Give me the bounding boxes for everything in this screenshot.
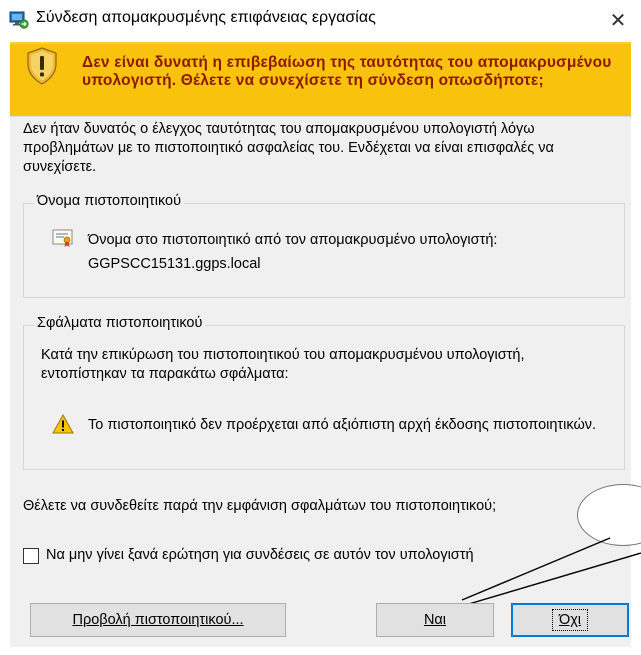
title-bar: Σύνδεση απομακρυσμένης επιφάνειας εργασί… [0, 0, 641, 40]
view-certificate-button[interactable]: Προβολή πιστοποιητικού... [30, 603, 286, 637]
close-icon: ✕ [609, 9, 627, 32]
certificate-name-label: Όνομα πιστοποιητικού [34, 193, 185, 209]
certificate-errors-label: Σφάλματα πιστοποιητικού [34, 315, 206, 331]
certificate-error-item: Το πιστοποιητικό δεν προέρχεται από αξιό… [88, 417, 597, 433]
description-text: Δεν ήταν δυνατός ο έλεγχος ταυτότητας το… [23, 121, 554, 175]
question-text: Θέλετε να συνδεθείτε παρά την εμφάνιση σ… [23, 498, 497, 514]
view-certificate-label: Προβολή πιστοποιητικού... [72, 612, 244, 628]
no-label: Όχι [551, 609, 589, 631]
remote-desktop-icon [9, 11, 29, 29]
certificate-name-group [23, 203, 625, 298]
warning-triangle-icon [52, 414, 74, 434]
certificate-name-value: GGPSCC15131.ggps.local [88, 256, 261, 272]
yes-label: Ναι [423, 612, 447, 628]
warning-message: Δεν είναι δυνατή η επιβεβαίωση της ταυτό… [82, 54, 612, 89]
certificate-name-caption: Όνομα στο πιστοποιητικό από τον απομακρυ… [88, 232, 498, 248]
shield-warning-icon [27, 47, 57, 85]
close-button[interactable]: ✕ [595, 0, 641, 40]
yes-button[interactable]: Ναι [376, 603, 494, 637]
dont-ask-again-label[interactable]: Να μην γίνει ξανά ερώτηση για συνδέσεις … [46, 547, 636, 563]
dont-ask-again-checkbox[interactable] [23, 548, 39, 564]
certificate-errors-intro: Κατά την επικύρωση του πιστοποιητικού το… [41, 347, 525, 382]
no-button[interactable]: Όχι [511, 603, 629, 637]
window-title: Σύνδεση απομακρυσμένης επιφάνειας εργασί… [36, 9, 376, 26]
certificate-icon [52, 229, 73, 247]
